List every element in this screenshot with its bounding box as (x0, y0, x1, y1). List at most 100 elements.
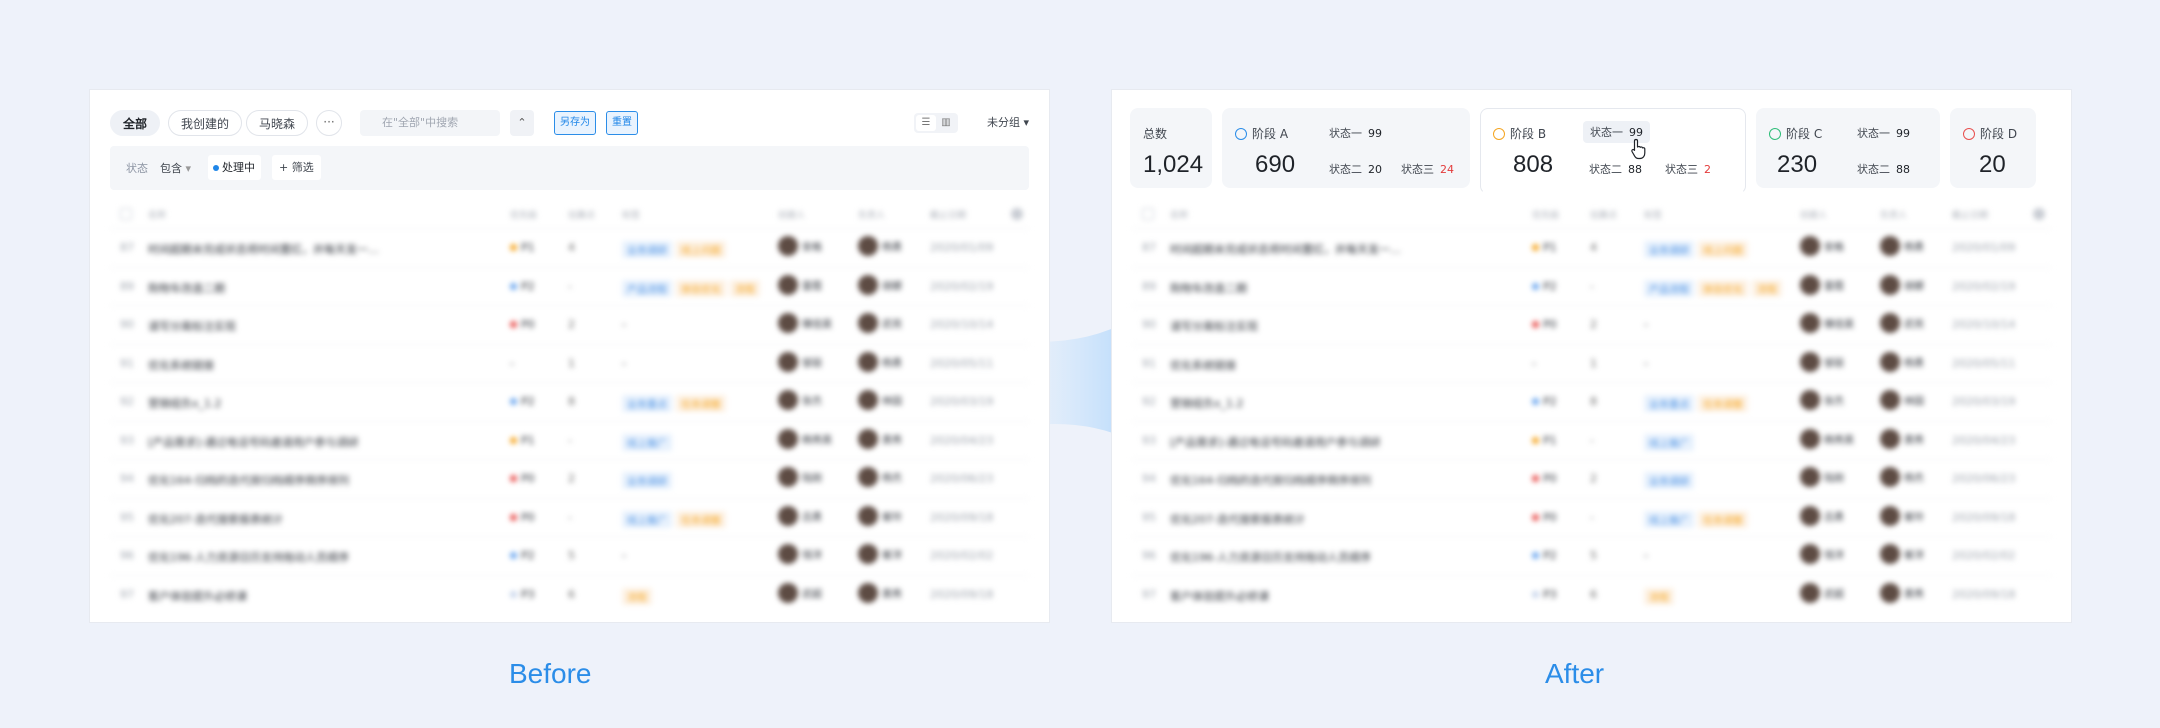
table-row[interactable]: 95 优化207-迭代搜索报表统计 P0 - 线上推广 任务调整 吕勇 崔玲 2020/09/1… (1132, 497, 2051, 537)
creator-cell[interactable]: 陆刚 (1800, 467, 1844, 487)
creator-cell[interactable]: 韩秀英 (1800, 428, 1854, 449)
creator-cell[interactable]: 钱洋 (1800, 544, 1844, 564)
row-title[interactable]: 时间超期未完成状态将时间置红，并每天发一… (1170, 241, 1401, 257)
row-title[interactable]: 请写分离标注实现 (1170, 318, 1258, 334)
group-by-select[interactable]: 未分组 ▾ (987, 110, 1029, 136)
table-row[interactable]: 93 [产品需求]-通过电话号码邀请用户参与调研 P1 - 线上推广 韩秀英 黄秀 2020/… (1132, 420, 2051, 460)
more-views-button[interactable]: ··· (316, 110, 342, 136)
assignee-cell[interactable]: 崔洋 (858, 544, 902, 564)
row-title[interactable]: 营销组负x_1.2 (148, 395, 222, 411)
table-row[interactable]: 96 优化196-人力资源日历支持拖动人员顺序 P2 5 - 钱洋 崔洋 2020/02/02 (1132, 536, 2051, 575)
assignee-cell[interactable]: 杨勇 (858, 351, 902, 372)
creator-cell[interactable]: 安格 (1800, 236, 1844, 256)
view-chip-user[interactable]: 马晓森 (246, 110, 309, 136)
assignee-cell[interactable]: 杨勇 (858, 236, 902, 256)
stage-a-sub-1[interactable]: 状态一 99 (1329, 125, 1382, 141)
creator-cell[interactable]: 吕勇 (1800, 505, 1844, 526)
row-title[interactable]: 优化系统链接 (1170, 357, 1236, 373)
row-title[interactable]: 优化207-迭代搜索报表统计 (148, 511, 283, 527)
column-header[interactable]: 创建人 (778, 208, 805, 221)
row-title[interactable]: 购物车改造二期 (148, 280, 225, 296)
creator-cell[interactable]: 张杰 (778, 390, 822, 410)
view-chip-created-by-me[interactable]: 我创建的 (168, 110, 243, 136)
creator-cell[interactable]: 张杰 (1800, 390, 1844, 410)
assignee-cell[interactable]: 黄秀 (858, 428, 902, 449)
row-title[interactable]: 优化207-迭代搜索报表统计 (1170, 511, 1305, 527)
row-title[interactable]: 请写分离标注实现 (148, 318, 236, 334)
table-row[interactable]: 89 购物车改造二期 P2 - 产品流程 体验优化 流程 雷霞 胡娜 2020/02/19 (1132, 266, 2051, 306)
assignee-cell[interactable]: 杨杰 (1880, 467, 1924, 487)
stage-a-sub-2[interactable]: 状态二 20 (1329, 161, 1382, 177)
save-as-button[interactable]: 另存为 (554, 111, 596, 135)
table-row[interactable]: 96 优化196-人力资源日历支持拖动人员顺序 P2 5 - 钱洋 崔洋 2020/02/02 (110, 536, 1029, 575)
creator-cell[interactable]: 臻佳昊 (778, 313, 832, 333)
gear-icon[interactable] (1011, 208, 1023, 220)
stat-card-total[interactable]: 总数 1,024 (1130, 108, 1212, 188)
creator-cell[interactable]: 安格 (778, 236, 822, 256)
column-header[interactable]: 估算点 (568, 208, 595, 221)
assignee-cell[interactable]: 林园 (858, 390, 902, 410)
table-row[interactable]: 97 客户体验提升必修课 P3 6 流程 武超 黄秀 2020/09/18 (110, 574, 1029, 614)
stat-card-stage-b[interactable]: 阶段 B 808 状态一 99 状态二 88 状态三 2 (1480, 108, 1746, 194)
table-row[interactable]: 94 优化164-归档的迭代按归档顺序倒序排列 P0 2 业务调研 陆刚 杨杰 2020/06… (1132, 459, 2051, 498)
table-row[interactable]: 94 优化164-归档的迭代按归档顺序倒序排列 P0 2 业务调研 陆刚 杨杰 2020/06… (110, 459, 1029, 498)
column-header[interactable]: 截止日期 (1952, 208, 1988, 221)
creator-cell[interactable]: 武超 (778, 582, 822, 603)
table-row[interactable]: 92 营销组负x_1.2 P2 8 业务重点 任务调整 张杰 林园 2020/03/19 (1132, 382, 2051, 421)
creator-cell[interactable]: 武超 (1800, 582, 1844, 603)
add-filter-button[interactable]: + 筛选 (272, 155, 321, 180)
table-row[interactable]: 89 购物车改造二期 P2 - 产品流程 体验优化 流程 雷霞 胡娜 2020/02/19 (110, 266, 1029, 306)
stat-card-stage-d[interactable]: 阶段 D 20 (1950, 108, 2036, 188)
row-title[interactable]: 优化164-归档的迭代按归档顺序倒序排列 (1170, 472, 1371, 488)
assignee-cell[interactable]: 杨勇 (1880, 351, 1924, 372)
creator-cell[interactable]: 雷霞 (1800, 274, 1844, 295)
assignee-cell[interactable]: 黄秀 (1880, 582, 1924, 603)
view-chip-all[interactable]: 全部 (110, 110, 161, 136)
filter-operator[interactable]: 包含 ▾ (160, 160, 191, 176)
column-header[interactable]: 名称 (1170, 208, 1188, 221)
row-title[interactable]: 优化164-归档的迭代按归档顺序倒序排列 (148, 472, 349, 488)
row-title[interactable]: 优化196-人力资源日历支持拖动人员顺序 (148, 549, 349, 565)
assignee-cell[interactable]: 胡娜 (858, 274, 902, 295)
creator-cell[interactable]: 雷霞 (778, 274, 822, 295)
assignee-cell[interactable]: 黄秀 (858, 582, 902, 603)
table-row[interactable]: 91 优化系统链接 - 1 - 邹丽 杨勇 2020/05/11 (1132, 343, 2051, 383)
list-view-icon[interactable]: ☰ (916, 115, 936, 131)
table-row[interactable]: 97 客户体验提升必修课 P3 6 流程 武超 黄秀 2020/09/18 (1132, 574, 2051, 614)
creator-cell[interactable]: 韩秀英 (778, 428, 832, 449)
row-title[interactable]: 营销组负x_1.2 (1170, 395, 1244, 411)
table-row[interactable]: 90 请写分离标注实现 P0 2 - 臻佳昊 武亮 2020/10/14 (110, 305, 1029, 344)
row-title[interactable]: 优化系统链接 (148, 357, 214, 373)
select-all-checkbox[interactable] (120, 208, 132, 220)
table-row[interactable]: 93 [产品需求]-通过电话号码邀请用户参与调研 P1 - 线上推广 韩秀英 黄秀 2020/… (110, 420, 1029, 460)
stat-card-stage-c[interactable]: 阶段 C 230 状态一 99 状态二 88 (1756, 108, 1940, 188)
row-title[interactable]: 时间超期未完成状态将时间置红，并每天发一… (148, 241, 379, 257)
column-header[interactable]: 估算点 (1590, 208, 1617, 221)
stage-a-sub-3[interactable]: 状态三 24 (1401, 161, 1454, 177)
row-title[interactable]: 客户体验提升必修课 (1170, 588, 1269, 604)
assignee-cell[interactable]: 黄秀 (1880, 428, 1924, 449)
search-input[interactable]: 在"全部"中搜索 (360, 110, 500, 136)
row-title[interactable]: [产品需求]-通过电话号码邀请用户参与调研 (1170, 434, 1381, 450)
select-all-checkbox[interactable] (1142, 208, 1154, 220)
table-row[interactable]: 90 请写分离标注实现 P0 2 - 臻佳昊 武亮 2020/10/14 (1132, 305, 2051, 344)
assignee-cell[interactable]: 武亮 (858, 313, 902, 333)
board-view-icon[interactable]: ▥ (936, 115, 956, 131)
column-header[interactable]: 名称 (148, 208, 166, 221)
table-row[interactable]: 87 时间超期未完成状态将时间置红，并每天发一… P1 4 业务调研 线上问题 安格 杨勇 20… (110, 228, 1029, 267)
assignee-cell[interactable]: 崔洋 (1880, 544, 1924, 564)
stage-b-sub-2[interactable]: 状态二 88 (1589, 161, 1642, 177)
assignee-cell[interactable]: 崔玲 (1880, 505, 1924, 526)
assignee-cell[interactable]: 杨勇 (1880, 236, 1924, 256)
stage-b-sub-3[interactable]: 状态三 2 (1665, 161, 1711, 177)
assignee-cell[interactable]: 武亮 (1880, 313, 1924, 333)
column-header[interactable]: 优先级 (1532, 208, 1559, 221)
assignee-cell[interactable]: 胡娜 (1880, 274, 1924, 295)
table-row[interactable]: 92 营销组负x_1.2 P2 8 业务重点 任务调整 张杰 林园 2020/03/19 (110, 382, 1029, 421)
reset-button[interactable]: 重置 (606, 111, 638, 135)
table-row[interactable]: 87 时间超期未完成状态将时间置红，并每天发一… P1 4 业务调研 线上问题 安格 杨勇 20… (1132, 228, 2051, 267)
assignee-cell[interactable]: 杨杰 (858, 467, 902, 487)
row-title[interactable]: [产品需求]-通过电话号码邀请用户参与调研 (148, 434, 359, 450)
row-title[interactable]: 优化196-人力资源日历支持拖动人员顺序 (1170, 549, 1371, 565)
gear-icon[interactable] (2033, 208, 2045, 220)
